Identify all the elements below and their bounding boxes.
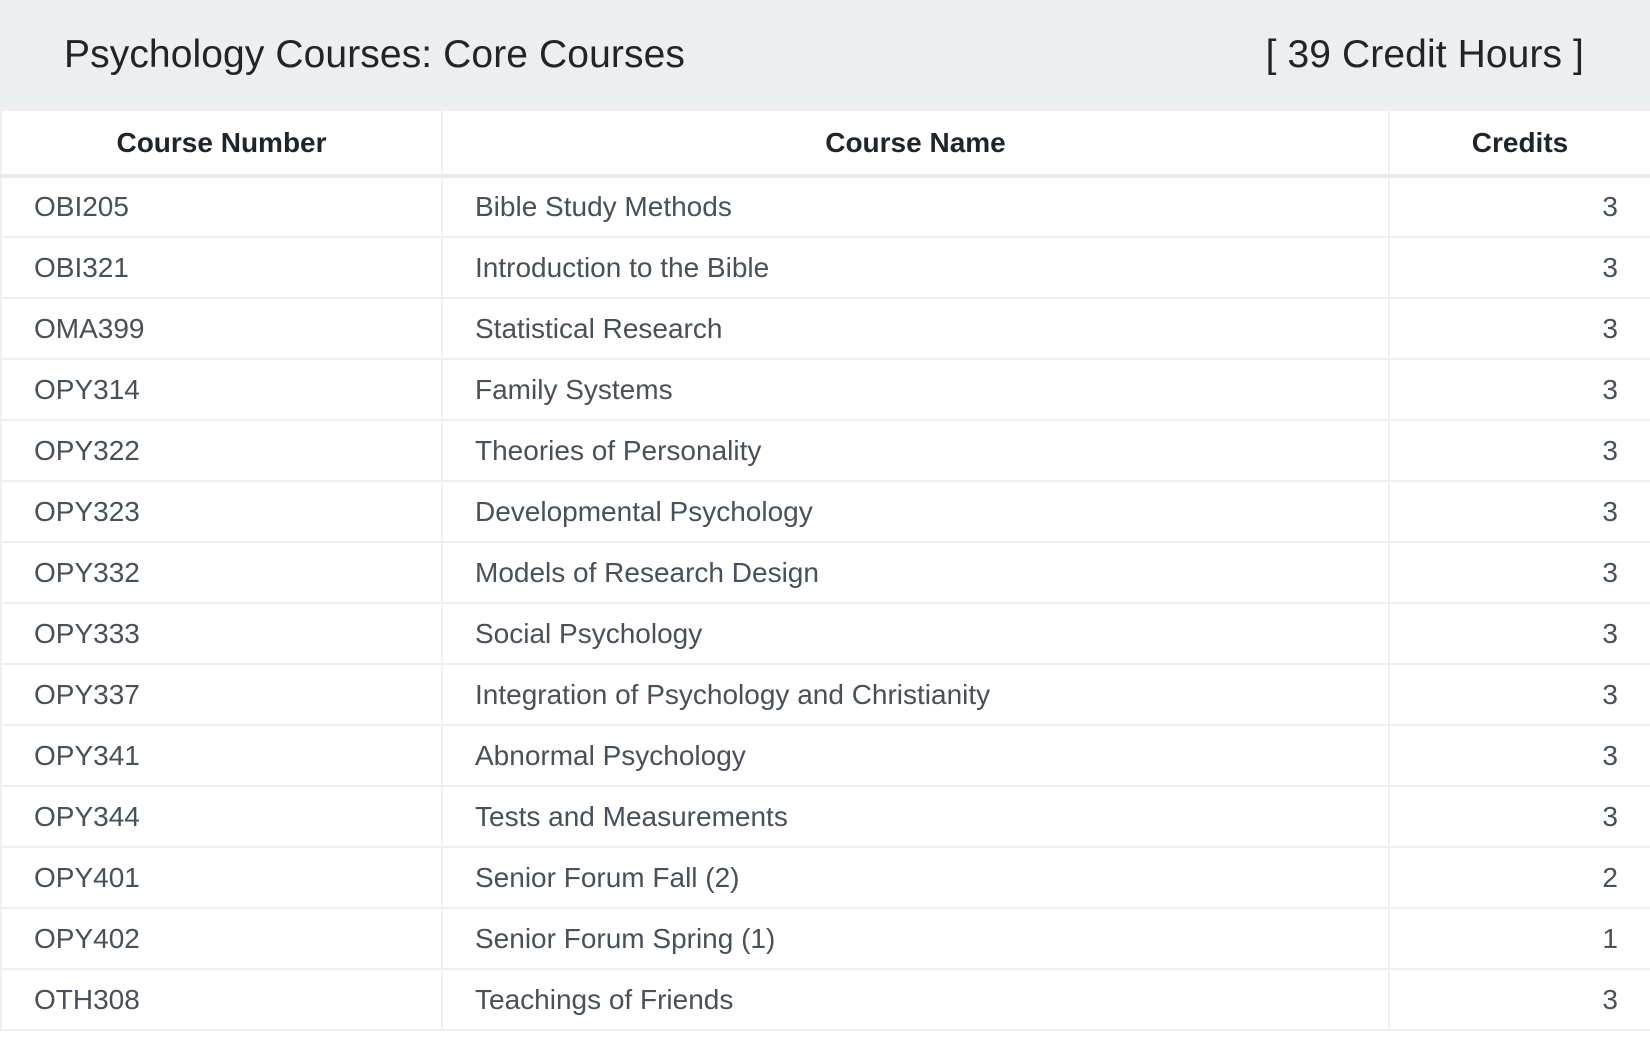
course-number-cell: OPY341: [0, 724, 443, 787]
table-row: OMA399 Statistical Research 3: [0, 297, 1650, 360]
course-number-cell: OBI321: [0, 236, 443, 299]
course-number-cell: OPY401: [0, 846, 443, 909]
course-name-cell: Teachings of Friends: [441, 968, 1390, 1031]
credits-cell: 3: [1388, 175, 1650, 238]
course-number-cell: OPY332: [0, 541, 443, 604]
column-header-course-number: Course Number: [0, 109, 443, 178]
credits-cell: 3: [1388, 297, 1650, 360]
credits-cell: 3: [1388, 541, 1650, 604]
course-name-cell: Introduction to the Bible: [441, 236, 1390, 299]
courses-table: Course Number Course Name Credits OBI205…: [0, 109, 1650, 1031]
credits-cell: 3: [1388, 785, 1650, 848]
course-name-cell: Models of Research Design: [441, 541, 1390, 604]
table-row: OBI205 Bible Study Methods 3: [0, 175, 1650, 238]
course-number-cell: OPY333: [0, 602, 443, 665]
course-name-cell: Family Systems: [441, 358, 1390, 421]
course-number-cell: OPY314: [0, 358, 443, 421]
table-row: OPY323 Developmental Psychology 3: [0, 480, 1650, 543]
credits-cell: 3: [1388, 480, 1650, 543]
table-row: OPY322 Theories of Personality 3: [0, 419, 1650, 482]
credits-cell: 3: [1388, 663, 1650, 726]
table-row: OBI321 Introduction to the Bible 3: [0, 236, 1650, 299]
course-name-cell: Bible Study Methods: [441, 175, 1390, 238]
course-name-cell: Statistical Research: [441, 297, 1390, 360]
course-name-cell: Senior Forum Spring (1): [441, 907, 1390, 970]
course-name-cell: Integration of Psychology and Christiani…: [441, 663, 1390, 726]
credits-cell: 3: [1388, 419, 1650, 482]
table-row: OPY337 Integration of Psychology and Chr…: [0, 663, 1650, 726]
column-header-course-name: Course Name: [441, 109, 1390, 178]
course-number-cell: OTH308: [0, 968, 443, 1031]
course-name-cell: Social Psychology: [441, 602, 1390, 665]
table-row: OPY344 Tests and Measurements 3: [0, 785, 1650, 848]
credit-hours-total: [ 39 Credit Hours ]: [1265, 32, 1584, 76]
table-row: OPY401 Senior Forum Fall (2) 2: [0, 846, 1650, 909]
course-number-cell: OPY402: [0, 907, 443, 970]
column-header-credits: Credits: [1388, 109, 1650, 178]
credits-cell: 3: [1388, 968, 1650, 1031]
table-row: OTH308 Teachings of Friends 3: [0, 968, 1650, 1031]
course-number-cell: OMA399: [0, 297, 443, 360]
table-row: OPY341 Abnormal Psychology 3: [0, 724, 1650, 787]
course-number-cell: OPY344: [0, 785, 443, 848]
course-number-cell: OPY337: [0, 663, 443, 726]
credits-cell: 3: [1388, 358, 1650, 421]
course-name-cell: Abnormal Psychology: [441, 724, 1390, 787]
credits-cell: 2: [1388, 846, 1650, 909]
credits-cell: 3: [1388, 236, 1650, 299]
course-number-cell: OBI205: [0, 175, 443, 238]
table-row: OPY402 Senior Forum Spring (1) 1: [0, 907, 1650, 970]
table-row: OPY332 Models of Research Design 3: [0, 541, 1650, 604]
credits-cell: 1: [1388, 907, 1650, 970]
course-number-cell: OPY323: [0, 480, 443, 543]
course-name-cell: Developmental Psychology: [441, 480, 1390, 543]
page-title: Psychology Courses: Core Courses: [64, 32, 685, 76]
course-name-cell: Theories of Personality: [441, 419, 1390, 482]
course-name-cell: Senior Forum Fall (2): [441, 846, 1390, 909]
table-row: OPY333 Social Psychology 3: [0, 602, 1650, 665]
course-name-cell: Tests and Measurements: [441, 785, 1390, 848]
table-row: OPY314 Family Systems 3: [0, 358, 1650, 421]
credits-cell: 3: [1388, 602, 1650, 665]
table-header-row: Course Number Course Name Credits: [0, 109, 1650, 178]
course-panel: Psychology Courses: Core Courses [ 39 Cr…: [0, 0, 1650, 1060]
panel-header: Psychology Courses: Core Courses [ 39 Cr…: [0, 0, 1650, 109]
credits-cell: 3: [1388, 724, 1650, 787]
course-number-cell: OPY322: [0, 419, 443, 482]
